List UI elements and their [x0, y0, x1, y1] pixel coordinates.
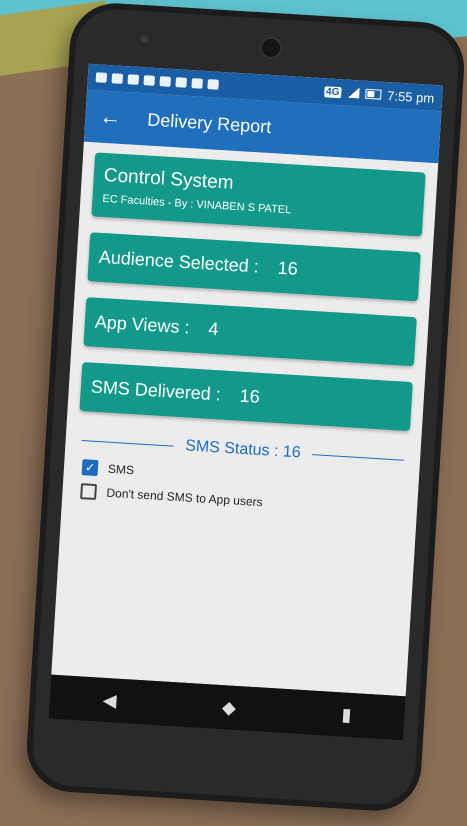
notification-icon	[191, 78, 203, 89]
notification-icon	[127, 74, 140, 85]
nav-home-icon[interactable]: ◆	[222, 697, 237, 719]
stat-value: 16	[277, 257, 299, 279]
stat-label: SMS Delivered :	[90, 376, 222, 405]
notification-icon	[95, 72, 108, 83]
nav-back-icon[interactable]: ◀	[102, 689, 117, 711]
stat-sms-delivered: SMS Delivered : 16	[79, 361, 413, 432]
divider-line	[312, 453, 405, 461]
notification-icon	[143, 75, 156, 86]
stat-value: 16	[239, 385, 261, 407]
stat-audience-selected: Audience Selected : 16	[87, 232, 421, 302]
nav-recents-icon[interactable]: ▮	[341, 704, 352, 726]
status-right: 4G 7:55 pm	[323, 84, 435, 106]
notification-icon	[207, 79, 219, 90]
network-type: 4G	[323, 85, 342, 98]
content: Control System EC Faculties - By : VINAB…	[61, 142, 438, 538]
stat-label: Audience Selected :	[98, 246, 260, 277]
notification-icon	[111, 73, 124, 84]
arrow-left-icon[interactable]: ←	[99, 104, 122, 131]
checkbox-unchecked-icon[interactable]	[80, 483, 98, 501]
phone-screen: 4G 7:55 pm ← Delivery Report Control Sys…	[51, 63, 443, 697]
summary-card: Control System EC Faculties - By : VINAB…	[91, 152, 426, 237]
checkbox-checked-icon[interactable]: ✓	[81, 459, 99, 477]
option-label: SMS	[107, 461, 135, 478]
option-label: Don't send SMS to App users	[106, 485, 264, 510]
signal-icon	[347, 87, 360, 99]
notification-icon	[175, 77, 187, 88]
battery-icon	[365, 88, 382, 100]
notification-icon	[159, 76, 172, 87]
notification-icons	[95, 72, 219, 90]
sms-status-label: SMS Status : 16	[184, 437, 302, 462]
clock: 7:55 pm	[386, 87, 435, 106]
stat-app-views: App Views : 4	[83, 297, 417, 367]
page-title: Delivery Report	[146, 108, 272, 137]
stat-label: App Views :	[94, 311, 191, 338]
phone-device: 4G 7:55 pm ← Delivery Report Control Sys…	[24, 0, 467, 814]
stat-value: 4	[207, 318, 220, 340]
divider-line	[81, 439, 174, 447]
